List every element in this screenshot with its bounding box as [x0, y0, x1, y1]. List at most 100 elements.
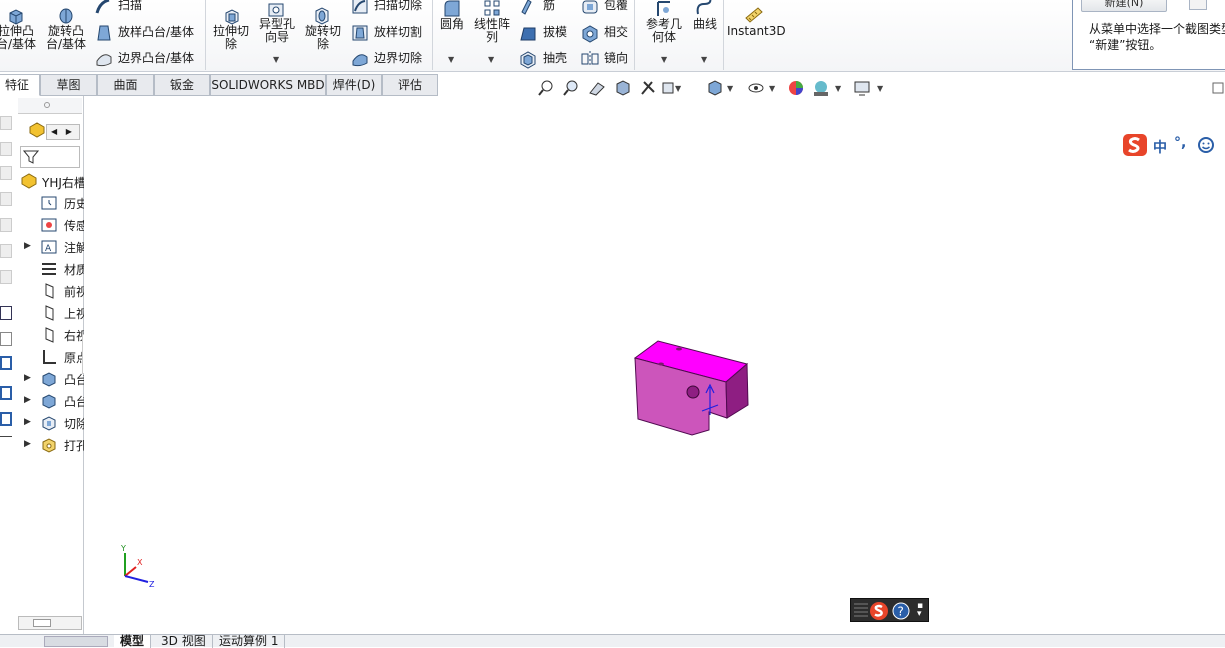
tab-model[interactable]: 模型: [114, 635, 152, 648]
graphics-viewport[interactable]: Y X Z: [84, 97, 1225, 633]
linear-pattern-button[interactable]: 线性阵 列: [470, 18, 514, 44]
tab-sketch[interactable]: 草图: [40, 74, 97, 96]
hole-wizard-button[interactable]: 异型孔 向导: [256, 18, 298, 44]
expand-arrow-icon[interactable]: ▶: [24, 373, 31, 383]
tree-item[interactable]: 原点: [0, 347, 84, 367]
tab-surfaces[interactable]: 曲面: [97, 74, 154, 96]
task-pane-icon[interactable]: [0, 166, 12, 180]
ribbon-separator: [432, 0, 433, 70]
zoom-to-fit-icon[interactable]: [537, 79, 555, 97]
fillet-button[interactable]: 圆角: [434, 18, 470, 31]
tree-item[interactable]: ▶ 切除-拉伸1: [0, 413, 84, 433]
revolve-cut-button[interactable]: 旋转切 除: [302, 25, 344, 51]
tab-solidworks-mbd[interactable]: SOLIDWORKS MBD: [210, 74, 326, 96]
tab-features[interactable]: 特征: [0, 74, 40, 96]
intersect-button[interactable]: 相交: [604, 25, 628, 39]
task-pane-icon[interactable]: [0, 142, 12, 156]
mirror-button[interactable]: 镜向: [604, 51, 628, 65]
wrap-button[interactable]: 包覆: [604, 0, 628, 12]
swept-cut-button[interactable]: 扫描切除: [374, 0, 422, 12]
view-settings-icon[interactable]: [853, 79, 871, 97]
reference-geometry-button[interactable]: 参考几 何体: [642, 18, 686, 44]
sweep-button[interactable]: 扫描: [118, 0, 142, 12]
tree-item[interactable]: 上视基准面: [0, 303, 84, 323]
tab-scroll-controls[interactable]: [44, 636, 108, 647]
more-options-icon[interactable]: ▪ ▾: [917, 602, 923, 619]
rib-label: 筋: [543, 0, 556, 12]
chevron-right-icon[interactable]: ▶: [66, 127, 72, 136]
tree-item[interactable]: ▶ 凸台-拉伸1: [0, 369, 84, 389]
curves-button[interactable]: 曲线: [690, 18, 720, 31]
help-icon[interactable]: ?: [891, 601, 911, 621]
instant3d-button[interactable]: Instant3D: [727, 25, 786, 38]
boundary-cut-button[interactable]: 边界切除: [374, 51, 422, 65]
scroll-tabs-control[interactable]: ◀ ▶: [46, 124, 80, 140]
restore-panel-icon[interactable]: [1212, 82, 1224, 94]
tab-3d-view[interactable]: 3D 视图: [155, 635, 213, 648]
shell-button[interactable]: 抽壳: [543, 51, 567, 65]
zoom-to-area-icon[interactable]: [562, 79, 580, 97]
tree-item[interactable]: 历史: [0, 193, 84, 213]
chevron-down-icon[interactable]: ▼: [727, 84, 733, 93]
extrude-boss-button[interactable]: 拉伸凸 台/基体: [0, 25, 36, 51]
rib-button[interactable]: 筋: [543, 0, 555, 12]
draft-button[interactable]: 拔模: [543, 25, 567, 39]
dynamic-annotation-icon[interactable]: [639, 79, 657, 97]
ime-language-label[interactable]: 中: [1153, 137, 1167, 157]
chevron-down-icon[interactable]: ▼: [877, 84, 883, 93]
chevron-down-icon[interactable]: ▼: [273, 55, 279, 64]
expand-arrow-icon[interactable]: ▶: [24, 241, 31, 251]
lofted-cut-button[interactable]: 放样切割: [374, 25, 422, 39]
expand-arrow-icon[interactable]: ▶: [24, 417, 31, 427]
intersect-icon: [582, 25, 598, 43]
scrollbar-thumb[interactable]: [33, 619, 51, 627]
filter-field[interactable]: [20, 146, 80, 168]
tab-motion-study-1[interactable]: 运动算例 1: [213, 635, 286, 648]
extrude-cut-button[interactable]: 拉伸切 除: [211, 25, 251, 51]
reference-triad: Y X Z: [120, 544, 155, 589]
chevron-down-icon[interactable]: ▼: [488, 55, 494, 64]
new-snip-button[interactable]: 新建(N): [1081, 0, 1167, 12]
expand-arrow-icon[interactable]: ▶: [24, 395, 31, 405]
apply-scene-icon[interactable]: [812, 79, 830, 97]
chevron-down-icon[interactable]: ▼: [769, 84, 775, 93]
tree-root[interactable]: YHJ右槽: [18, 171, 84, 191]
revolve-boss-button[interactable]: 旋转凸 台/基体: [44, 25, 88, 51]
chevron-down-icon[interactable]: ▼: [661, 55, 667, 64]
hide-show-items-icon[interactable]: [747, 79, 765, 97]
chevron-down-icon[interactable]: ▼: [835, 84, 841, 93]
part-model[interactable]: [632, 337, 752, 437]
edit-appearance-icon[interactable]: [787, 79, 805, 97]
manager-tab-dot[interactable]: [44, 102, 50, 108]
tab-weldments[interactable]: 焊件(D): [326, 74, 382, 96]
fillet-icon: [444, 0, 460, 17]
loft-boss-button[interactable]: 放样凸台/基体: [118, 25, 194, 39]
expand-arrow-icon[interactable]: ▶: [24, 439, 31, 449]
previous-view-icon[interactable]: [588, 79, 606, 97]
chevron-down-icon[interactable]: ▼: [448, 55, 454, 64]
tree-item[interactable]: 右视基准面: [0, 325, 84, 345]
tree-item[interactable]: 传感器: [0, 215, 84, 235]
tree-item[interactable]: 材质: [0, 259, 84, 279]
chevron-down-icon[interactable]: ▼: [675, 84, 681, 93]
display-style-icon[interactable]: [706, 79, 724, 97]
emoji-icon[interactable]: [1197, 136, 1215, 154]
tree-item[interactable]: ▶ A 注解: [0, 237, 84, 257]
snip-option-button[interactable]: [1189, 0, 1207, 10]
tree-item[interactable]: 前视基准面: [0, 281, 84, 301]
boundary-boss-button[interactable]: 边界凸台/基体: [118, 51, 194, 65]
ime-status-bar[interactable]: 中 °,: [1120, 132, 1225, 158]
ime-tray-bar[interactable]: ? ▪ ▾: [850, 598, 929, 622]
ime-punct-label[interactable]: °,: [1174, 135, 1186, 151]
task-pane-icon[interactable]: [0, 116, 12, 130]
tab-sheet-metal[interactable]: 钣金: [154, 74, 210, 96]
chevron-left-icon[interactable]: ◀: [51, 127, 57, 136]
tab-evaluate[interactable]: 评估: [382, 74, 438, 96]
chevron-down-icon[interactable]: ▼: [701, 55, 707, 64]
extrude-boss-label: 拉伸凸 台/基体: [0, 24, 37, 51]
drag-handle[interactable]: [854, 603, 868, 619]
tree-item[interactable]: ▶ 打孔尺寸: [0, 435, 84, 455]
tree-item[interactable]: ▶ 凸台-拉伸2: [0, 391, 84, 411]
section-view-icon[interactable]: [614, 79, 632, 97]
horizontal-scrollbar[interactable]: [18, 616, 82, 630]
